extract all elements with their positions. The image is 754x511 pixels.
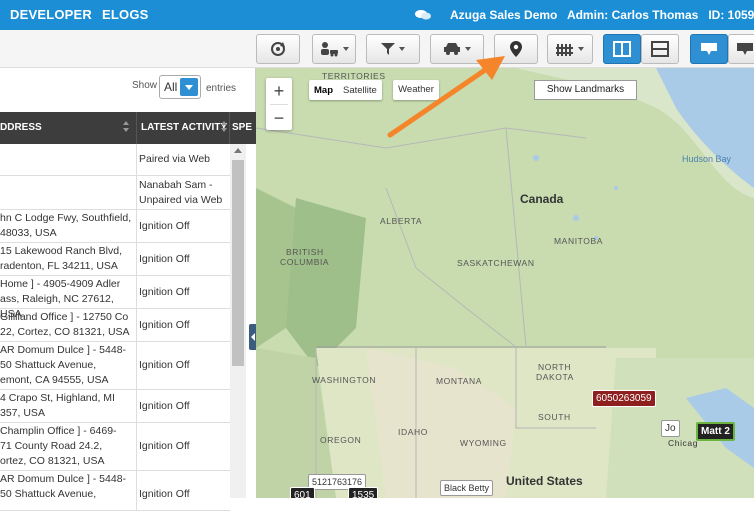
vehicle-marker[interactable]: 601	[290, 487, 315, 498]
map-label: NORTH	[538, 362, 572, 372]
map-label: COLUMBIA	[280, 257, 330, 267]
split-horizontal-button[interactable]	[641, 34, 679, 64]
row-activity: Ignition Off	[139, 286, 190, 298]
map-label: Canada	[520, 192, 564, 206]
row-address: 4 Crapo St, Highland, MI 357, USA	[0, 392, 115, 419]
entries-label: entries	[206, 83, 237, 94]
row-address: hn C Lodge Fwy, Southfield, 48033, USA	[0, 212, 132, 239]
map-label: IDAHO	[398, 427, 428, 437]
column-speed[interactable]: SPE	[232, 122, 252, 133]
entries-select[interactable]: All	[159, 75, 201, 99]
table-row[interactable]: Champlin Office ] - 6469- 71 County Road…	[0, 423, 230, 471]
vehicle-marker[interactable]: Jo	[661, 420, 680, 437]
map-label: Hudson Bay	[682, 154, 732, 164]
row-activity: Ignition Off	[139, 253, 190, 265]
sort-icon[interactable]	[221, 121, 227, 133]
map-label: DAKOTA	[536, 372, 574, 382]
table-row[interactable]: Home ] - 4905-4909 Adler ass, Raleigh, N…	[0, 276, 230, 320]
driver-dropdown[interactable]	[312, 34, 356, 64]
vehicle-marker[interactable]: Matt 2	[696, 422, 735, 441]
row-address: Champlin Office ] - 6469- 71 County Road…	[0, 425, 117, 467]
map-label: OREGON	[320, 435, 362, 445]
column-latest-activity[interactable]: LATEST ACTIVITY	[141, 122, 227, 133]
geofence-dropdown[interactable]	[547, 34, 593, 64]
map-label: MONTANA	[436, 376, 483, 386]
vehicle-marker[interactable]: Black Betty	[440, 480, 494, 496]
map-type-satellite[interactable]: Satellite	[338, 85, 382, 96]
zoom-out-button[interactable]: −	[266, 105, 292, 131]
zoom-in-button[interactable]: +	[266, 78, 292, 104]
row-address: 15 Lakewood Ranch Blvd, radenton, FL 342…	[0, 245, 122, 272]
entries-select-value: All	[164, 80, 178, 94]
table-body: Paired via Web Nanabah Sam - Unpaired vi…	[0, 144, 230, 511]
row-activity: Ignition Off	[139, 440, 190, 452]
zoom-control: + −	[266, 78, 292, 130]
fence-icon	[556, 44, 573, 56]
map-type-map[interactable]: Map	[309, 85, 338, 96]
refresh-button[interactable]	[256, 34, 300, 64]
map-label: BRITISH	[286, 247, 324, 257]
row-activity: Ignition Off	[139, 400, 190, 412]
map-label: WYOMING	[460, 438, 507, 448]
admin-name[interactable]: Admin: Carlos Thomas	[567, 8, 698, 22]
map-label: United States	[506, 474, 583, 488]
column-address[interactable]: DDRESS	[0, 122, 42, 133]
show-label: Show	[132, 80, 158, 91]
account-name[interactable]: Azuga Sales Demo	[450, 8, 557, 22]
row-address: AR Domum Dulce ] - 5448- 50 Shattuck Ave…	[0, 344, 127, 386]
row-activity: Nanabah Sam - Unpaired via Web	[139, 179, 223, 206]
row-activity: Ignition Off	[139, 488, 190, 500]
message-alt-icon	[737, 43, 753, 55]
chevron-down-icon[interactable]	[180, 78, 198, 96]
row-activity: Ignition Off	[139, 359, 190, 371]
table-row[interactable]: Paired via Web	[0, 144, 230, 176]
map-label: SASKATCHEWAN	[457, 258, 535, 268]
table-header: DDRESS LATEST ACTIVITY SPE	[0, 112, 256, 144]
split-horizontal-icon	[651, 41, 669, 57]
split-vertical-button[interactable]	[603, 34, 641, 64]
account-info: Azuga Sales Demo Admin: Carlos Thomas ID…	[450, 8, 754, 22]
table-row[interactable]: 15 Lakewood Ranch Blvd, radenton, FL 342…	[0, 243, 230, 276]
map-label: WASHINGTON	[312, 375, 377, 385]
table-row[interactable]: hn C Lodge Fwy, Southfield, 48033, USA Ig…	[0, 210, 230, 243]
account-id: ID: 1059	[708, 8, 754, 22]
table-scrollbar[interactable]	[230, 144, 246, 498]
row-activity: Ignition Off	[139, 319, 190, 331]
message-icon	[701, 43, 717, 55]
map-label: SOUTH	[538, 412, 571, 422]
table-row[interactable]: AR Domum Dulce ] - 5448- 50 Shattuck Ave…	[0, 471, 230, 511]
sort-icon[interactable]	[123, 121, 129, 133]
show-landmarks-tooltip: Show Landmarks	[534, 80, 637, 100]
scrollbar-thumb[interactable]	[232, 160, 244, 366]
row-activity: Ignition Off	[139, 220, 190, 232]
map-label: TERRITORIES	[322, 71, 386, 81]
message-button[interactable]	[690, 34, 728, 64]
row-activity: Paired via Web	[139, 153, 211, 165]
map-label: Chicag	[668, 438, 699, 448]
table-row[interactable]: AR Domum Dulce ] - 5448- 50 Shattuck Ave…	[0, 342, 230, 390]
row-address: Gilliland Office ] - 12750 Co 22, Cortez…	[0, 311, 130, 338]
chat-icon[interactable]	[414, 9, 432, 21]
refresh-icon	[271, 42, 285, 56]
landmark-pin-icon	[510, 41, 522, 57]
map-label: ALBERTA	[380, 216, 423, 226]
table-row[interactable]: 4 Crapo St, Highland, MI 357, USA Ignitio…	[0, 390, 230, 423]
annotation-arrow	[387, 56, 505, 138]
map-type-control: Map Satellite	[309, 80, 382, 100]
table-row[interactable]: Nanabah Sam - Unpaired via Web	[0, 176, 230, 210]
map-label: MANITOBA	[554, 236, 604, 246]
vehicle-marker[interactable]: 6050263059	[592, 390, 656, 407]
driver-icon	[321, 42, 338, 57]
split-vertical-icon	[613, 41, 631, 57]
table-row[interactable]: Gilliland Office ] - 12750 Co 22, Cortez…	[0, 309, 230, 342]
vehicle-marker[interactable]: 1535	[348, 487, 379, 498]
panel-gutter	[246, 144, 256, 498]
message-alt-button[interactable]	[728, 34, 754, 64]
